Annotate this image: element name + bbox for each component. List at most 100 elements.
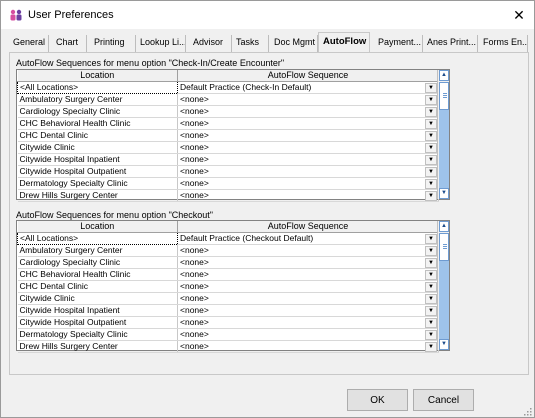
location-cell[interactable]: Citywide Hospital Inpatient — [17, 304, 178, 317]
scroll-up-icon[interactable]: ▲ — [439, 70, 449, 81]
location-cell[interactable]: Drew Hills Surgery Center — [17, 189, 178, 202]
dropdown-arrow-icon[interactable]: ▼ — [425, 154, 437, 164]
table-row[interactable]: Citywide Hospital Inpatient <none> ▼ — [17, 304, 439, 317]
tab-doc-mgmt[interactable]: Doc Mgmt — [270, 35, 318, 52]
scroll-thumb[interactable] — [439, 233, 449, 261]
dropdown-arrow-icon[interactable]: ▼ — [425, 166, 437, 176]
tab-anes-print[interactable]: Anes Print... — [423, 35, 478, 52]
dropdown-arrow-icon[interactable]: ▼ — [425, 269, 437, 279]
location-cell[interactable]: <All Locations> — [17, 231, 178, 245]
checkin-scrollbar[interactable]: ▲ ▼ — [437, 70, 449, 199]
sequence-dropdown[interactable]: Default Practice (Checkout Default) ▼ — [177, 232, 439, 245]
scroll-up-icon[interactable]: ▲ — [439, 221, 449, 232]
tab-payment[interactable]: Payment... — [374, 35, 423, 52]
sequence-dropdown[interactable]: <none> ▼ — [177, 117, 439, 130]
scroll-down-icon[interactable]: ▼ — [439, 339, 449, 350]
scroll-down-icon[interactable]: ▼ — [439, 188, 449, 199]
location-cell[interactable]: Citywide Hospital Outpatient — [17, 165, 178, 178]
table-row[interactable]: Drew Hills Surgery Center <none> ▼ — [17, 189, 439, 202]
table-row[interactable]: Dermatology Specialty Clinic <none> ▼ — [17, 177, 439, 190]
sequence-dropdown[interactable]: <none> ▼ — [177, 141, 439, 154]
location-cell[interactable]: Citywide Hospital Inpatient — [17, 153, 178, 166]
sequence-dropdown[interactable]: <none> ▼ — [177, 304, 439, 317]
dropdown-arrow-icon[interactable]: ▼ — [425, 293, 437, 303]
sequence-dropdown[interactable]: <none> ▼ — [177, 340, 439, 353]
location-cell[interactable]: Ambulatory Surgery Center — [17, 244, 178, 257]
location-cell[interactable]: <All Locations> — [17, 80, 178, 94]
dropdown-arrow-icon[interactable]: ▼ — [425, 233, 437, 243]
sequence-dropdown[interactable]: <none> ▼ — [177, 105, 439, 118]
dropdown-arrow-icon[interactable]: ▼ — [425, 317, 437, 327]
sequence-dropdown[interactable]: <none> ▼ — [177, 189, 439, 202]
location-cell[interactable]: Cardiology Specialty Clinic — [17, 256, 178, 269]
sequence-dropdown[interactable]: <none> ▼ — [177, 93, 439, 106]
dropdown-arrow-icon[interactable]: ▼ — [425, 106, 437, 116]
tab-autoflow[interactable]: AutoFlow — [318, 32, 370, 53]
dropdown-arrow-icon[interactable]: ▼ — [425, 178, 437, 188]
location-cell[interactable]: CHC Behavioral Health Clinic — [17, 268, 178, 281]
table-row[interactable]: <All Locations> Default Practice (Check-I… — [17, 80, 439, 94]
table-row[interactable]: Citywide Clinic <none> ▼ — [17, 292, 439, 305]
dropdown-arrow-icon[interactable]: ▼ — [425, 245, 437, 255]
location-cell[interactable]: Drew Hills Surgery Center — [17, 340, 178, 353]
location-cell[interactable]: Citywide Clinic — [17, 292, 178, 305]
scroll-thumb[interactable] — [439, 82, 449, 110]
dropdown-arrow-icon[interactable]: ▼ — [425, 305, 437, 315]
location-cell[interactable]: Ambulatory Surgery Center — [17, 93, 178, 106]
location-cell[interactable]: Dermatology Specialty Clinic — [17, 328, 178, 341]
checkout-scrollbar[interactable]: ▲ ▼ — [437, 221, 449, 350]
table-row[interactable]: CHC Dental Clinic <none> ▼ — [17, 280, 439, 293]
table-row[interactable]: Citywide Hospital Outpatient <none> ▼ — [17, 316, 439, 329]
close-button[interactable]: ✕ — [504, 1, 534, 29]
tab-advisor[interactable]: Advisor — [189, 35, 232, 52]
dropdown-arrow-icon[interactable]: ▼ — [425, 142, 437, 152]
table-row[interactable]: CHC Behavioral Health Clinic <none> ▼ — [17, 117, 439, 130]
sequence-dropdown[interactable]: <none> ▼ — [177, 292, 439, 305]
dropdown-arrow-icon[interactable]: ▼ — [425, 329, 437, 339]
sequence-dropdown[interactable]: <none> ▼ — [177, 328, 439, 341]
ok-button[interactable]: OK — [347, 389, 408, 411]
location-column-header[interactable]: Location — [17, 221, 178, 233]
table-row[interactable]: Ambulatory Surgery Center <none> ▼ — [17, 244, 439, 257]
dropdown-arrow-icon[interactable]: ▼ — [425, 341, 437, 351]
cancel-button[interactable]: Cancel — [413, 389, 474, 411]
location-column-header[interactable]: Location — [17, 70, 178, 82]
tab-lookup-lists[interactable]: Lookup Li... — [136, 35, 186, 52]
tab-tasks[interactable]: Tasks — [232, 35, 269, 52]
location-cell[interactable]: CHC Behavioral Health Clinic — [17, 117, 178, 130]
location-cell[interactable]: Cardiology Specialty Clinic — [17, 105, 178, 118]
sequence-dropdown[interactable]: <none> ▼ — [177, 268, 439, 281]
location-cell[interactable]: Dermatology Specialty Clinic — [17, 177, 178, 190]
dropdown-arrow-icon[interactable]: ▼ — [425, 130, 437, 140]
table-row[interactable]: Drew Hills Surgery Center <none> ▼ — [17, 340, 439, 353]
table-row[interactable]: Citywide Hospital Inpatient <none> ▼ — [17, 153, 439, 166]
sequence-dropdown[interactable]: <none> ▼ — [177, 316, 439, 329]
table-row[interactable]: CHC Behavioral Health Clinic <none> ▼ — [17, 268, 439, 281]
dropdown-arrow-icon[interactable]: ▼ — [425, 94, 437, 104]
location-cell[interactable]: CHC Dental Clinic — [17, 280, 178, 293]
table-row[interactable]: Cardiology Specialty Clinic <none> ▼ — [17, 105, 439, 118]
location-cell[interactable]: Citywide Clinic — [17, 141, 178, 154]
sequence-dropdown[interactable]: <none> ▼ — [177, 129, 439, 142]
tab-general[interactable]: General — [9, 35, 49, 52]
sequence-dropdown[interactable]: <none> ▼ — [177, 153, 439, 166]
sequence-dropdown[interactable]: Default Practice (Check-In Default) ▼ — [177, 81, 439, 94]
sequence-dropdown[interactable]: <none> ▼ — [177, 165, 439, 178]
sequence-dropdown[interactable]: <none> ▼ — [177, 244, 439, 257]
sequence-column-header[interactable]: AutoFlow Sequence — [177, 70, 439, 82]
sequence-column-header[interactable]: AutoFlow Sequence — [177, 221, 439, 233]
table-row[interactable]: Citywide Hospital Outpatient <none> ▼ — [17, 165, 439, 178]
sequence-dropdown[interactable]: <none> ▼ — [177, 280, 439, 293]
table-row[interactable]: Cardiology Specialty Clinic <none> ▼ — [17, 256, 439, 269]
table-row[interactable]: Citywide Clinic <none> ▼ — [17, 141, 439, 154]
sequence-dropdown[interactable]: <none> ▼ — [177, 177, 439, 190]
resize-grip-icon[interactable] — [524, 408, 532, 416]
table-row[interactable]: CHC Dental Clinic <none> ▼ — [17, 129, 439, 142]
dropdown-arrow-icon[interactable]: ▼ — [425, 190, 437, 200]
location-cell[interactable]: CHC Dental Clinic — [17, 129, 178, 142]
tab-chart[interactable]: Chart — [52, 35, 87, 52]
dropdown-arrow-icon[interactable]: ▼ — [425, 257, 437, 267]
dropdown-arrow-icon[interactable]: ▼ — [425, 281, 437, 291]
table-row[interactable]: <All Locations> Default Practice (Checkou… — [17, 231, 439, 245]
table-row[interactable]: Ambulatory Surgery Center <none> ▼ — [17, 93, 439, 106]
